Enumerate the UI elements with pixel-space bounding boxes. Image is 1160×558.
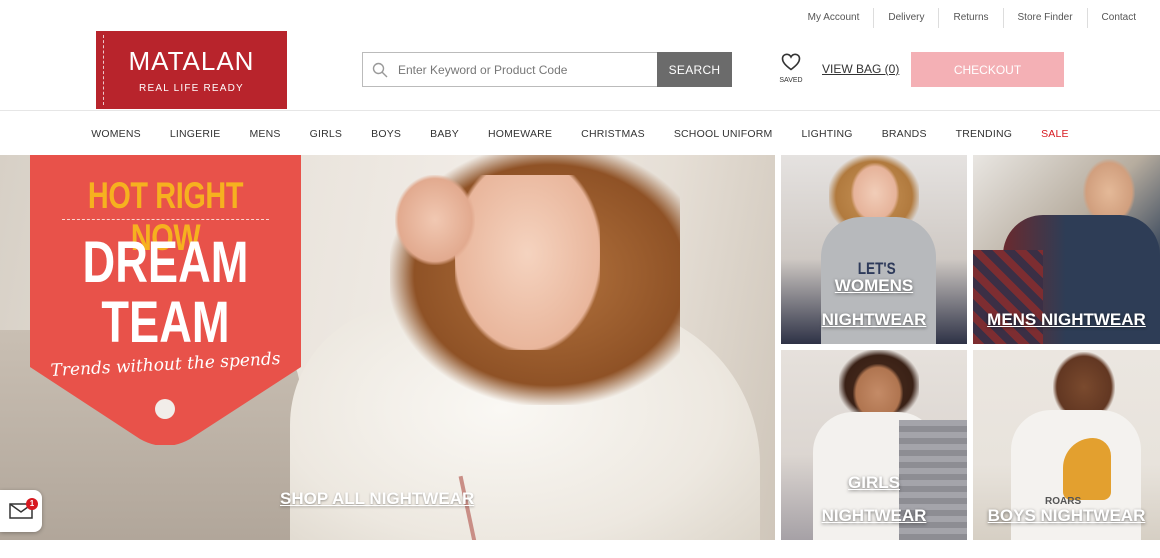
search-input[interactable] [396, 61, 640, 78]
nav-item-sale[interactable]: SALE [1027, 128, 1084, 140]
tile-womens-nightwear[interactable]: LET'S WOMENS NIGHTWEAR [781, 155, 967, 344]
utility-links: My Account Delivery Returns Store Finder… [794, 0, 1160, 36]
hero-banner[interactable]: HOT RIGHT NOW DREAM TEAM Trends without … [0, 155, 775, 540]
store-finder-link[interactable]: Store Finder [1002, 8, 1087, 28]
nav-item-trending[interactable]: TRENDING [941, 128, 1026, 140]
saved-label: SAVED [779, 77, 803, 84]
nav-item-brands[interactable]: BRANDS [867, 128, 941, 140]
nav-item-homeware[interactable]: HOMEWARE [473, 128, 566, 140]
promo-title: DREAM TEAM [60, 233, 271, 353]
search-bar: SEARCH [362, 52, 732, 87]
tile-boys-label: BOYS NIGHTWEAR [987, 506, 1146, 525]
mail-widget-button[interactable]: 1 [0, 490, 42, 532]
nav-item-christmas[interactable]: CHRISTMAS [567, 128, 660, 140]
hero-model-hand-image [395, 175, 475, 265]
tile-girls-label-line-2: NIGHTWEAR [821, 506, 927, 525]
tile-womens-label-line-1: WOMENS [834, 276, 914, 295]
promo-title-line-1: DREAM [82, 230, 249, 295]
nav-item-womens[interactable]: WOMENS [77, 128, 156, 140]
shop-all-nightwear-link[interactable]: SHOP ALL NIGHTWEAR [280, 489, 474, 509]
tile-boys-dino-print [1063, 438, 1111, 500]
nav-item-girls[interactable]: GIRLS [295, 128, 357, 140]
promo-badge: HOT RIGHT NOW DREAM TEAM Trends without … [30, 155, 301, 445]
nav-item-school-uniform[interactable]: SCHOOL UNIFORM [659, 128, 787, 140]
saved-button[interactable]: SAVED [776, 53, 806, 84]
tile-girls-label-line-1: GIRLS [848, 473, 900, 492]
logo-tagline: REAL LIFE READY [139, 83, 244, 94]
nav-item-lighting[interactable]: LIGHTING [787, 128, 867, 140]
main-nav: WOMENS LINGERIE MENS GIRLS BOYS BABY HOM… [0, 110, 1160, 156]
search-box [362, 52, 657, 87]
tile-womens-model-face [851, 163, 899, 223]
my-account-link[interactable]: My Account [794, 8, 874, 28]
tile-mens-nightwear[interactable]: MENS NIGHTWEAR [973, 155, 1160, 344]
delivery-link[interactable]: Delivery [873, 8, 938, 28]
search-icon [372, 62, 388, 77]
promo-divider [62, 219, 269, 220]
nav-item-mens[interactable]: MENS [235, 128, 295, 140]
heart-icon [781, 53, 801, 71]
mail-count-badge: 1 [26, 498, 38, 510]
tile-mens-label: MENS NIGHTWEAR [987, 310, 1146, 329]
promo-tag-hole [155, 399, 175, 419]
returns-link[interactable]: Returns [938, 8, 1002, 28]
nav-item-baby[interactable]: BABY [416, 128, 474, 140]
nav-item-boys[interactable]: BOYS [357, 128, 416, 140]
tile-girls-nightwear[interactable]: GIRLS NIGHTWEAR [781, 350, 967, 540]
hero-model-face-image [455, 175, 600, 350]
tile-boys-nightwear[interactable]: ROARS BOYS NIGHTWEAR [973, 350, 1160, 540]
view-bag-link[interactable]: VIEW BAG (0) [822, 62, 899, 76]
matalan-logo[interactable]: MATALAN REAL LIFE READY [96, 31, 287, 109]
checkout-button[interactable]: CHECKOUT [911, 52, 1064, 87]
contact-link[interactable]: Contact [1086, 8, 1160, 28]
nav-item-lingerie[interactable]: LINGERIE [155, 128, 235, 140]
promo-title-line-2: TEAM [101, 290, 230, 355]
logo-brand: MATALAN [128, 46, 255, 76]
tile-womens-label-line-2: NIGHTWEAR [821, 310, 927, 329]
search-button[interactable]: SEARCH [657, 52, 732, 87]
